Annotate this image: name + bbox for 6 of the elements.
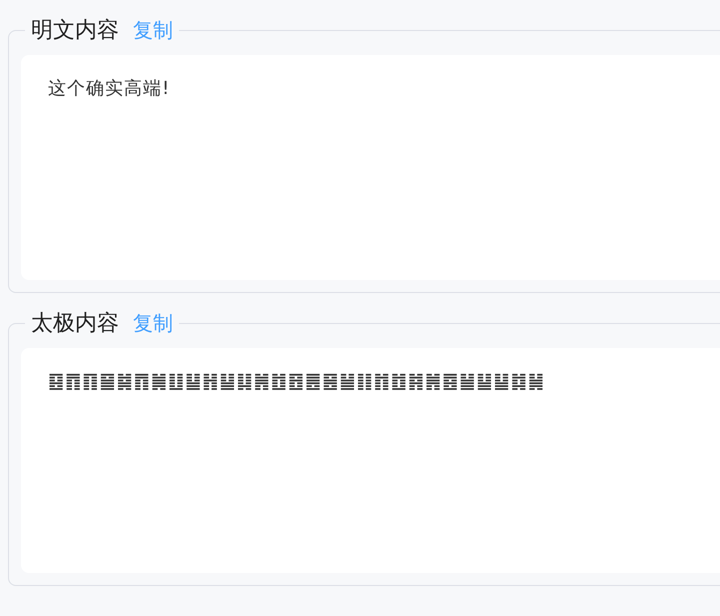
copy-link[interactable]: 复制 xyxy=(133,308,173,338)
copy-link[interactable]: 复制 xyxy=(133,15,173,45)
content-text: ䷕䷓䷖䷍䷯䷓䷛䷗䷊䷏䷊䷆䷞䷂䷔䷌䷝䷡䷁䷇䷂䷦䷞䷤䷡䷊䷊䷜䷟ xyxy=(48,371,545,392)
content-text: 这个确实高端! xyxy=(48,78,170,99)
section-title: 太极内容 xyxy=(31,310,119,338)
section-title: 明文内容 xyxy=(31,17,119,45)
